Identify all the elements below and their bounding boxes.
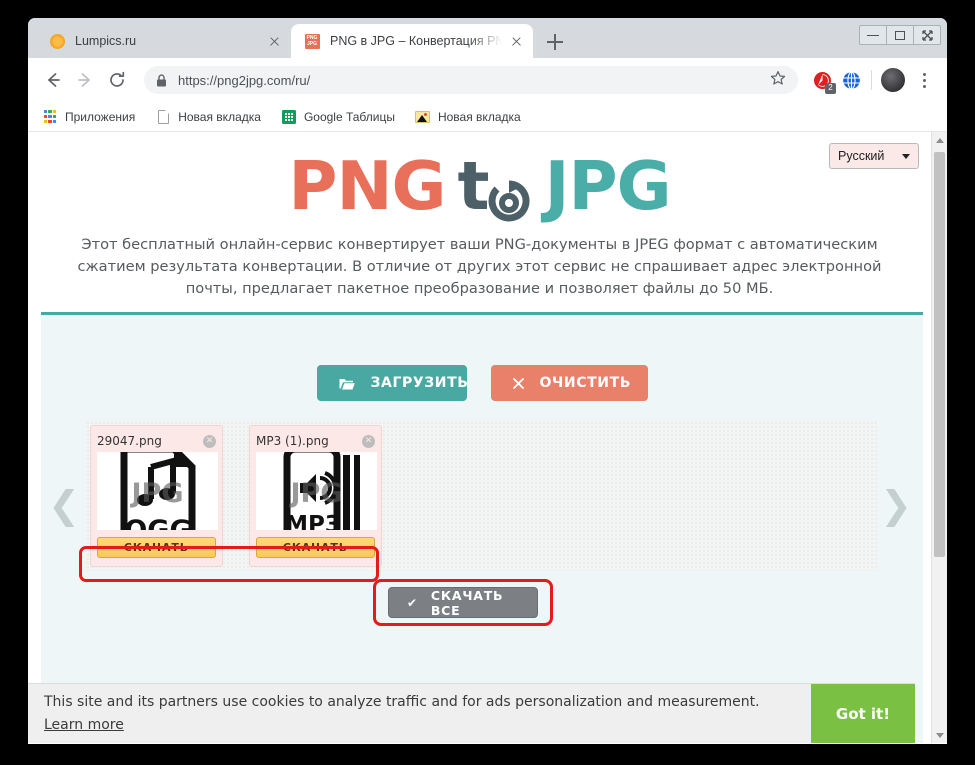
clear-button[interactable]: ОЧИСТИТЬ bbox=[490, 365, 648, 401]
download-button[interactable]: СКАЧАТЬ bbox=[256, 537, 375, 558]
globe-extension-icon[interactable] bbox=[838, 67, 864, 93]
bookmark-new-tab-2[interactable]: Новая вкладка bbox=[415, 109, 521, 125]
back-arrow-icon bbox=[48, 73, 60, 87]
carousel-next-button[interactable]: ❯ bbox=[880, 485, 912, 525]
folder-open-icon bbox=[339, 377, 355, 390]
cookie-message: This site and its partners use cookies t… bbox=[44, 693, 760, 710]
file-list: 29047.png ✕ OGG JPG СКАЧАТЬ MP3 (1).png … bbox=[86, 421, 878, 571]
file-card[interactable]: 29047.png ✕ OGG JPG СКАЧАТЬ bbox=[90, 425, 223, 567]
back-button[interactable] bbox=[38, 65, 68, 95]
maximize-button[interactable] bbox=[886, 25, 914, 45]
upload-button-label: ЗАГРУЗИТЬ bbox=[370, 375, 469, 391]
lumpics-favicon bbox=[49, 33, 65, 49]
svg-text:OGG: OGG bbox=[124, 515, 191, 530]
clear-button-label: ОЧИСТИТЬ bbox=[539, 375, 631, 391]
file-card-header: MP3 (1).png ✕ bbox=[256, 431, 375, 451]
url-text: https://png2jpg.com/ru/ bbox=[178, 72, 311, 88]
window-controls bbox=[859, 25, 941, 45]
close-icon bbox=[921, 29, 933, 41]
page-viewport: Русский PNG t JPG Этот бесплатный онлайн… bbox=[28, 132, 947, 743]
page-icon bbox=[155, 109, 171, 125]
file-card-header: 29047.png ✕ bbox=[97, 431, 216, 451]
web-page: Русский PNG t JPG Этот бесплатный онлайн… bbox=[28, 132, 931, 743]
cookie-text-block: This site and its partners use cookies t… bbox=[28, 691, 811, 737]
action-buttons-row: ЗАГРУЗИТЬ ОЧИСТИТЬ bbox=[41, 365, 923, 401]
remove-icon[interactable]: ✕ bbox=[362, 434, 375, 448]
tab-close-icon[interactable] bbox=[508, 33, 525, 50]
svg-text:MP3: MP3 bbox=[285, 512, 341, 530]
favicon-bottom-text: JPG bbox=[306, 41, 317, 47]
close-button[interactable] bbox=[913, 25, 941, 45]
minimize-button[interactable] bbox=[859, 25, 887, 45]
site-logo: PNG t JPG bbox=[28, 146, 931, 226]
jpg-watermark: JPG bbox=[131, 478, 184, 509]
bookmark-label: Приложения bbox=[65, 109, 136, 124]
tab-close-icon[interactable] bbox=[266, 33, 283, 50]
forward-arrow-icon bbox=[78, 73, 90, 87]
avatar[interactable] bbox=[881, 68, 905, 92]
bookmark-google-sheets[interactable]: Google Таблицы bbox=[281, 109, 395, 125]
x-icon bbox=[512, 377, 524, 389]
bookmark-label: Новая вкладка bbox=[437, 109, 521, 124]
browser-toolbar: https://png2jpg.com/ru/ 2 bbox=[28, 58, 947, 102]
adblock-extension-icon[interactable]: 2 bbox=[809, 67, 836, 94]
scroll-up-button[interactable] bbox=[932, 132, 947, 148]
tab-title: Lumpics.ru bbox=[75, 34, 137, 48]
tab-strip: Lumpics.ru PNG JPG PNG в JPG – Конвертац… bbox=[28, 18, 947, 58]
forward-button[interactable] bbox=[70, 65, 100, 95]
new-tab-button[interactable] bbox=[543, 30, 567, 54]
image-icon bbox=[415, 109, 431, 125]
file-name: 29047.png bbox=[97, 434, 162, 448]
logo-jpg-text: JPG bbox=[544, 146, 672, 225]
bookmark-star-icon[interactable] bbox=[770, 70, 786, 91]
toolbar-separator bbox=[871, 70, 872, 90]
cookie-accept-button[interactable]: Got it! bbox=[811, 683, 915, 743]
download-all-label: СКАЧАТЬ ВСЕ bbox=[430, 587, 504, 618]
bookmarks-bar: Приложения Новая вкладка Google Таблицы … bbox=[28, 102, 947, 132]
browser-window: Lumpics.ru PNG JPG PNG в JPG – Конвертац… bbox=[28, 18, 947, 744]
file-thumbnail: OGG JPG bbox=[97, 452, 218, 530]
logo-to-text: t bbox=[457, 146, 490, 225]
file-name: MP3 (1).png bbox=[256, 434, 329, 448]
bookmark-new-tab-1[interactable]: Новая вкладка bbox=[155, 109, 261, 125]
lock-icon bbox=[156, 73, 167, 87]
logo-png-text: PNG bbox=[288, 146, 446, 225]
page-description: Этот бесплатный онлайн-сервис конвертиру… bbox=[77, 236, 882, 297]
cookie-consent-banner: This site and its partners use cookies t… bbox=[28, 683, 915, 743]
remove-icon[interactable]: ✕ bbox=[203, 434, 216, 448]
tab-png2jpg[interactable]: PNG JPG PNG в JPG – Конвертация PNG в bbox=[291, 24, 533, 58]
download-all-button[interactable]: ✔ СКАЧАТЬ ВСЕ bbox=[388, 587, 538, 618]
file-thumbnail: MP3 JPG bbox=[256, 452, 377, 530]
apps-grid-icon bbox=[42, 109, 58, 125]
download-button[interactable]: СКАЧАТЬ bbox=[97, 537, 216, 558]
upload-button[interactable]: ЗАГРУЗИТЬ bbox=[316, 365, 469, 401]
png2jpg-favicon: PNG JPG bbox=[304, 33, 320, 49]
tab-title: PNG в JPG – Конвертация PNG в bbox=[330, 34, 503, 48]
google-sheets-icon bbox=[281, 109, 297, 125]
reload-button[interactable] bbox=[102, 65, 132, 95]
extension-badge: 2 bbox=[825, 83, 836, 94]
browser-menu-button[interactable] bbox=[911, 67, 937, 93]
learn-more-link[interactable]: Learn more bbox=[44, 714, 124, 737]
scroll-down-button[interactable] bbox=[932, 727, 947, 743]
tab-lumpics[interactable]: Lumpics.ru bbox=[36, 24, 291, 58]
address-bar[interactable]: https://png2jpg.com/ru/ bbox=[144, 66, 798, 94]
bookmark-label: Новая вкладка bbox=[178, 109, 261, 124]
bookmark-apps[interactable]: Приложения bbox=[42, 109, 135, 125]
convert-arrow-icon bbox=[487, 167, 531, 222]
converter-area: ЗАГРУЗИТЬ ОЧИСТИТЬ ❮ ❯ 29047.png ✕ OGG J… bbox=[41, 315, 923, 743]
reload-icon bbox=[110, 71, 125, 87]
check-icon: ✔ bbox=[407, 595, 418, 610]
scrollbar-thumb[interactable] bbox=[934, 152, 945, 557]
carousel-prev-button[interactable]: ❮ bbox=[48, 485, 80, 525]
file-card[interactable]: MP3 (1).png ✕ MP3 JPG СКАЧАТЬ bbox=[249, 425, 382, 567]
jpg-watermark: JPG bbox=[290, 478, 343, 509]
bookmark-label: Google Таблицы bbox=[303, 109, 395, 124]
page-scrollbar[interactable] bbox=[931, 132, 947, 743]
